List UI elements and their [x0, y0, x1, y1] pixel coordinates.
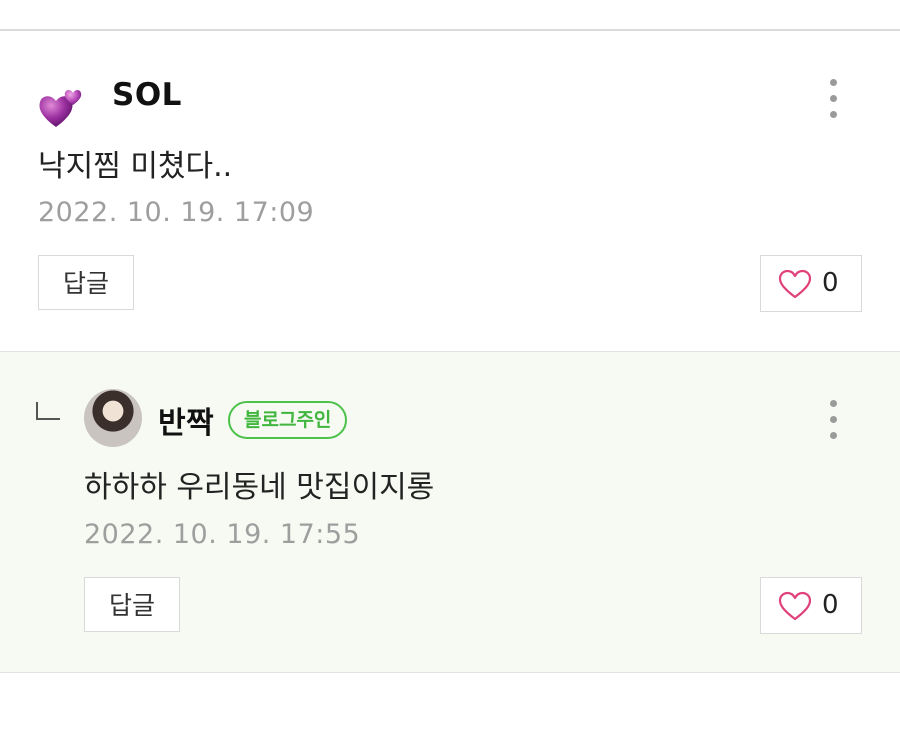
- reply-button[interactable]: 답글: [84, 577, 180, 632]
- comment-text: 하하하 우리동네 맛집이지롱: [84, 470, 435, 505]
- like-count: 0: [822, 268, 839, 298]
- reply-corner-icon: [36, 402, 60, 420]
- avatar[interactable]: [84, 389, 142, 447]
- heart-outline-icon: [778, 591, 812, 621]
- reply-button[interactable]: 답글: [38, 255, 134, 310]
- like-count: 0: [822, 590, 839, 620]
- purple-hearts-icon[interactable]: [36, 83, 84, 131]
- comment-text: 낙지찜 미쳤다..: [38, 149, 233, 184]
- comment-item: SOL 낙지찜 미쳤다.. 2022. 10. 19. 17:09 답글 0: [0, 31, 900, 350]
- more-options-icon[interactable]: [824, 77, 844, 121]
- comment-author[interactable]: 반짝: [158, 398, 214, 442]
- comment-author[interactable]: SOL: [112, 77, 182, 113]
- heart-outline-icon: [778, 269, 812, 299]
- like-button[interactable]: 0: [760, 255, 862, 312]
- like-button[interactable]: 0: [760, 577, 862, 634]
- comment-date: 2022. 10. 19. 17:09: [38, 197, 315, 228]
- blog-owner-badge: 블로그주인: [228, 401, 348, 439]
- reply-comment-item: 반짝 블로그주인 하하하 우리동네 맛집이지롱 2022. 10. 19. 17…: [0, 351, 900, 673]
- more-options-icon[interactable]: [824, 398, 844, 442]
- comment-date: 2022. 10. 19. 17:55: [84, 519, 361, 550]
